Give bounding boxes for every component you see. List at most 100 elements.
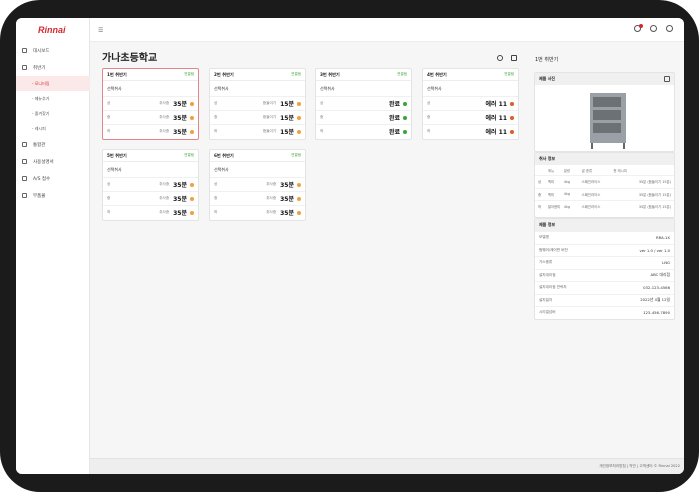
tier-label: 하 [107, 210, 111, 214]
info-value: 032-123-4566 [643, 285, 670, 291]
cook-table-header: 메뉴 쌀량 쌀 종류 총 레시피 [535, 165, 674, 175]
tier-state: 취사중 [159, 129, 170, 133]
info-row: 설치대리점 연락처 032-123-4566 [535, 281, 674, 294]
tier-row: 중 취사중 35분 [210, 191, 305, 205]
cook-table-col: 쌀량 [563, 168, 571, 173]
cook-table-col: 쌀 종류 [581, 168, 593, 173]
photo-label: 제품 사진 [539, 76, 556, 81]
sidebar-item[interactable]: 대시보드 [16, 42, 90, 59]
tier-label: 하 [427, 129, 431, 133]
user-icon[interactable] [666, 25, 673, 32]
cook-table-col: 메뉴 [547, 168, 555, 173]
card-title: 2번 취반기 [214, 71, 234, 77]
info-key: 설치대리점 [539, 272, 556, 277]
sidebar-item[interactable]: 사용설명서 [16, 153, 90, 170]
sidebar-subitem[interactable]: - 모니터링 [16, 76, 90, 91]
card-menu: 선택취사 [320, 85, 335, 91]
sidebar-subitem[interactable]: - 즐겨찾기 [16, 106, 90, 121]
book-icon [22, 159, 27, 164]
info-row: 모델명 RRA-1X [535, 231, 674, 244]
tier-label: 하 [214, 129, 218, 133]
sidebar-item-label: A/S 접수 [33, 176, 51, 182]
tier-label: 상 [214, 101, 218, 105]
tier-row: 중 뜸들이기 15분 [210, 110, 305, 124]
cook-info-table: 메뉴 쌀량 쌀 종류 총 레시피 상 백미 4kg 스페인라이스 35분 (뜸들이기 15분) 중… [535, 165, 674, 213]
cook-table-row: 하 발아현미 4kg 스페인라이스 35분 (뜸들이기 15분) [535, 200, 674, 213]
info-row: 시리얼넘버 123-456-7890 [535, 306, 674, 319]
tier-state: 취사중 [159, 101, 170, 105]
connection-status: 연결됨 [504, 72, 514, 76]
cooker-card[interactable]: 6번 취반기 연결됨 선택취사 상 취사중 35분 중 취사중 35분 하 취사중 35분 [209, 149, 306, 221]
refresh-icon[interactable] [497, 55, 503, 61]
sidebar-subitem[interactable]: - 레시피 [16, 121, 90, 136]
photo-section: 제품 사진 [534, 72, 675, 152]
sidebar-subitem[interactable]: - 메뉴추가 [16, 91, 90, 106]
cooker-card[interactable]: 2번 취반기 연결됨 선택취사 상 뜸들이기 15분 중 뜸들이기 15분 하 뜸들이기 15분 [209, 68, 306, 140]
sidebar-item[interactable]: A/S 접수 [16, 170, 90, 187]
settings-icon[interactable] [650, 25, 657, 32]
info-value: ABC 대리점 [650, 272, 670, 278]
tier-value: 에러 11 [485, 101, 507, 108]
tier-label: 상 [214, 182, 218, 186]
tier-row: 하 취사중 35분 [103, 124, 198, 138]
notification-icon[interactable] [634, 24, 643, 32]
tier-label: 중 [107, 196, 111, 200]
tier-label: 하 [107, 129, 111, 133]
cooker-card[interactable]: 1번 취반기 연결됨 선택취사 상 취사중 35분 중 취사중 35분 하 취사중 35분 [102, 68, 199, 140]
tier-value: 완료 [388, 101, 400, 108]
sidebar-item[interactable]: 통합관 [16, 136, 90, 153]
product-photo [590, 93, 626, 149]
home-icon [22, 48, 27, 53]
tier-value: 에러 11 [485, 129, 507, 136]
sidebar-nav: 대시보드 취반기 - 모니터링 - 메뉴추가 - 즐겨찾기 - 레시피 통합관 사용설명서 A/… [16, 42, 90, 204]
tier-value: 에러 11 [485, 115, 507, 122]
cooker-card[interactable]: 4번 취반기 연결됨 선택취사 상 에러 11 중 에러 11 하 에러 11 [422, 68, 519, 140]
info-row: 설치대리점 ABC 대리점 [535, 268, 674, 282]
footer-links[interactable]: 개인정보처리방침 | 약관 | 고객센터 © Rinnai 2022 [599, 464, 680, 469]
info-key: 펌웨어/제어판 버전 [539, 247, 568, 252]
tier-state: 취사중 [159, 210, 170, 214]
notification-badge [639, 24, 643, 28]
tier-row: 상 에러 11 [423, 96, 518, 110]
tier-row: 상 취사중 35분 [103, 177, 198, 191]
app-screen: Rinnai 대시보드 취반기 - 모니터링 - 메뉴추가 - 즐겨찾기 - 레시피 통합관… [16, 18, 684, 474]
cook-table-cell: 백미 [547, 192, 555, 197]
cook-table-col: 총 레시피 [613, 168, 627, 173]
tier-value: 15분 [280, 101, 294, 108]
status-dot [297, 101, 301, 106]
card-title: 4번 취반기 [427, 71, 447, 77]
card-title: 5번 취반기 [107, 152, 127, 158]
cook-table-cell: 4kg [563, 179, 571, 184]
card-menu: 선택취사 [107, 85, 122, 91]
status-dot [190, 182, 194, 187]
cook-info-header: 취사 정보 [535, 153, 674, 165]
status-dot [297, 210, 301, 215]
card-menu: 선택취사 [107, 166, 122, 172]
card-title: 1번 취반기 [107, 71, 127, 77]
tier-row: 상 완료 [316, 96, 411, 110]
sidebar-item[interactable]: 부품몰 [16, 187, 90, 204]
cooker-card[interactable]: 3번 취반기 연결됨 선택취사 상 완료 중 완료 하 완료 [315, 68, 412, 140]
product-info-section: 제품 정보 모델명 RRA-1X 펌웨어/제어판 버전 ver 1.0 / ver 1… [534, 218, 675, 320]
grid-view-icon[interactable] [511, 55, 517, 61]
tier-state: 취사중 [266, 196, 277, 200]
sidebar-item[interactable]: 취반기 [16, 59, 90, 76]
tier-value: 15분 [280, 115, 294, 122]
tier-label: 중 [214, 196, 218, 200]
tier-state: 뜸들이기 [262, 129, 277, 133]
tier-state: 취사중 [266, 210, 277, 214]
info-row: 가스종류 LNG [535, 256, 674, 269]
tier-value: 35분 [280, 196, 294, 203]
tier-label: 상 [320, 101, 324, 105]
connection-status: 연결됨 [184, 72, 194, 76]
edit-icon[interactable] [664, 76, 670, 82]
circle-icon [22, 142, 27, 147]
tier-row: 중 완료 [316, 110, 411, 124]
tier-state: 뜸들이기 [262, 115, 277, 119]
menu-icon[interactable]: ☰ [98, 27, 103, 34]
status-dot [297, 115, 301, 120]
product-info-header: 제품 정보 [535, 219, 674, 231]
tier-label: 하 [320, 129, 324, 133]
brand-logo[interactable]: Rinnai [38, 25, 66, 35]
cooker-card[interactable]: 5번 취반기 연결됨 선택취사 상 취사중 35분 중 취사중 35분 하 취사중 35분 [102, 149, 199, 221]
